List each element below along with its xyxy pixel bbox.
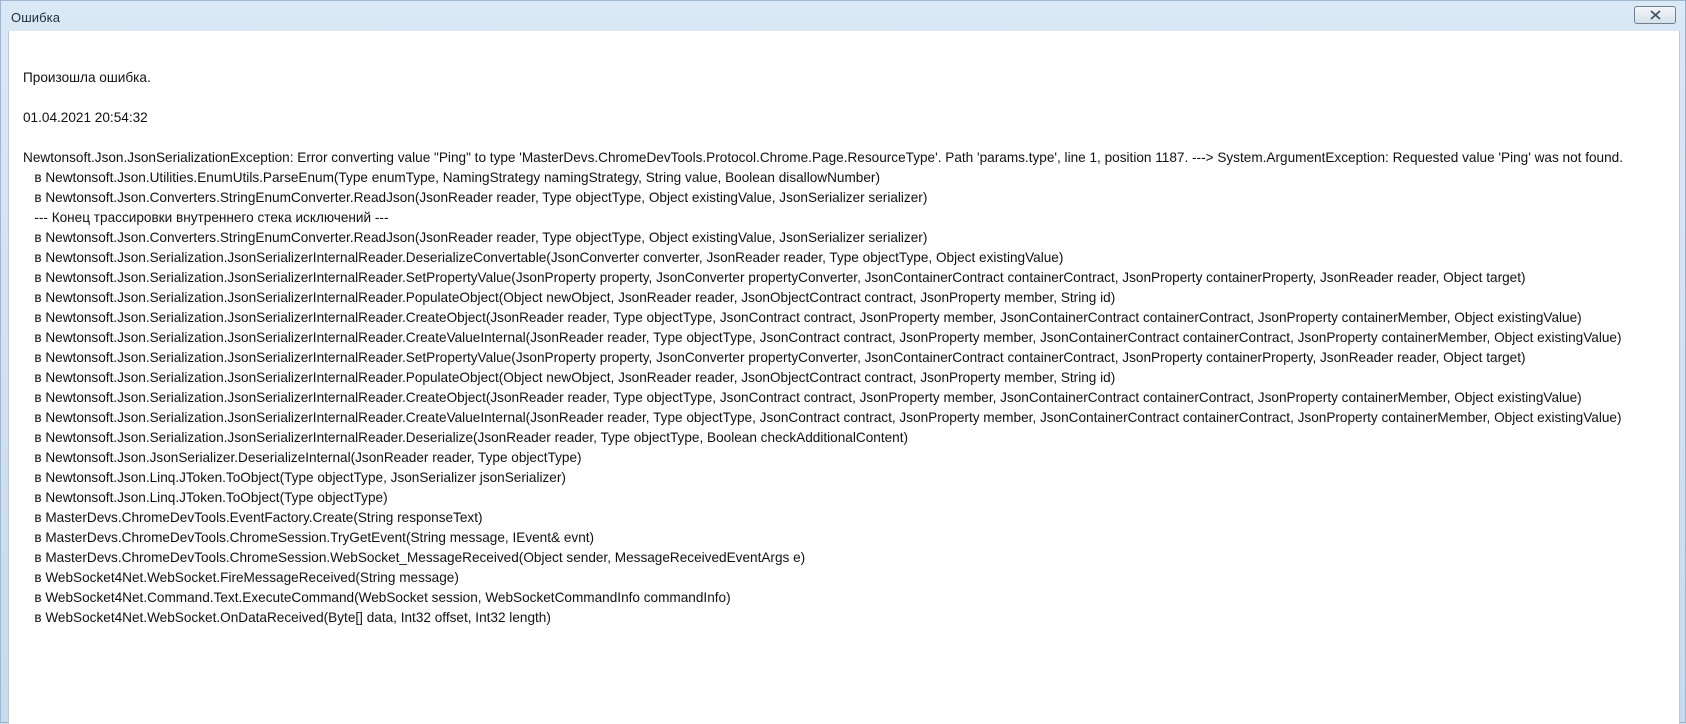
close-button[interactable] — [1634, 6, 1676, 24]
message-area[interactable]: Произошла ошибка. 01.04.2021 20:54:32 Ne… — [8, 31, 1680, 724]
stack-frame: в Newtonsoft.Json.Serialization.JsonSeri… — [23, 290, 1116, 305]
stack-frame: в Newtonsoft.Json.Serialization.JsonSeri… — [23, 410, 1622, 425]
window-title: Ошибка — [11, 10, 61, 25]
error-dialog: Ошибка Произошла ошибка. 01.04.2021 20:5… — [0, 0, 1686, 724]
stack-frame: в Newtonsoft.Json.Utilities.EnumUtils.Pa… — [23, 170, 880, 185]
stack-frame: в Newtonsoft.Json.Linq.JToken.ToObject(T… — [23, 470, 566, 485]
stack-frame: в MasterDevs.ChromeDevTools.ChromeSessio… — [23, 550, 806, 565]
stack-frame: в Newtonsoft.Json.Serialization.JsonSeri… — [23, 270, 1526, 285]
exception-message: Newtonsoft.Json.JsonSerializationExcepti… — [23, 150, 1623, 165]
stack-frame: в Newtonsoft.Json.Converters.StringEnumC… — [23, 230, 928, 245]
stack-frame: в Newtonsoft.Json.Serialization.JsonSeri… — [23, 370, 1116, 385]
stack-frame: в Newtonsoft.Json.Serialization.JsonSeri… — [23, 350, 1526, 365]
stack-frame: в Newtonsoft.Json.Serialization.JsonSeri… — [23, 310, 1582, 325]
error-timestamp: 01.04.2021 20:54:32 — [23, 110, 148, 125]
close-icon — [1650, 10, 1661, 20]
error-heading: Произошла ошибка. — [23, 70, 151, 85]
stack-frame: в Newtonsoft.Json.Serialization.JsonSeri… — [23, 390, 1582, 405]
stack-frame: в Newtonsoft.Json.Serialization.JsonSeri… — [23, 430, 909, 445]
stack-frame: в WebSocket4Net.WebSocket.FireMessageRec… — [23, 570, 459, 585]
stack-trace: в Newtonsoft.Json.Utilities.EnumUtils.Pa… — [23, 168, 1623, 628]
stack-frame: в WebSocket4Net.WebSocket.OnDataReceived… — [23, 610, 551, 625]
stack-frame: в Newtonsoft.Json.JsonSerializer.Deseria… — [23, 450, 582, 465]
stack-frame: в MasterDevs.ChromeDevTools.ChromeSessio… — [23, 530, 595, 545]
stack-frame: --- Конец трассировки внутреннего стека … — [23, 210, 389, 225]
title-bar[interactable]: Ошибка — [1, 1, 1685, 31]
stack-frame: в Newtonsoft.Json.Serialization.JsonSeri… — [23, 250, 1064, 265]
stack-frame: в Newtonsoft.Json.Linq.JToken.ToObject(T… — [23, 490, 388, 505]
stack-frame: в WebSocket4Net.Command.Text.ExecuteComm… — [23, 590, 731, 605]
error-text: Произошла ошибка. 01.04.2021 20:54:32 Ne… — [23, 68, 1623, 628]
stack-frame: в MasterDevs.ChromeDevTools.EventFactory… — [23, 510, 483, 525]
stack-frame: в Newtonsoft.Json.Converters.StringEnumC… — [23, 190, 928, 205]
stack-frame: в Newtonsoft.Json.Serialization.JsonSeri… — [23, 330, 1622, 345]
